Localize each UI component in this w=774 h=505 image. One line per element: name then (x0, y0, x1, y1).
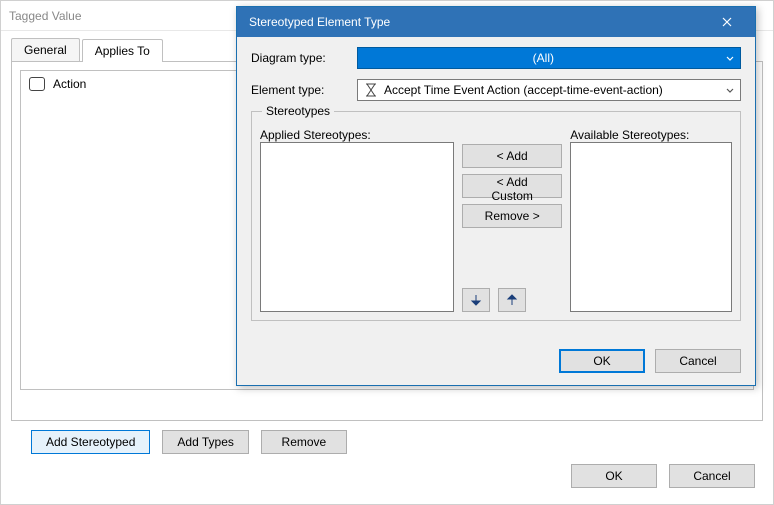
diagram-type-row: Diagram type: (All) (251, 47, 741, 69)
available-column: Available Stereotypes: (570, 128, 732, 312)
element-type-row: Element type: Accept Time Event Action (… (251, 79, 741, 101)
hourglass-icon (364, 83, 378, 97)
modal-title: Stereotyped Element Type (249, 15, 390, 29)
applied-stereotypes-list[interactable] (260, 142, 454, 312)
remove-button[interactable]: Remove (261, 430, 347, 454)
stereotypes-group: Stereotypes Applied Stereotypes: < Add <… (251, 111, 741, 321)
available-label: Available Stereotypes: (570, 128, 732, 142)
element-type-label: Element type: (251, 83, 351, 97)
element-type-content: Accept Time Event Action (accept-time-ev… (364, 83, 722, 97)
add-button[interactable]: < Add (462, 144, 562, 168)
diagram-type-label: Diagram type: (251, 51, 351, 65)
diagram-type-value: (All) (364, 51, 723, 65)
arrow-down-icon (469, 293, 483, 307)
element-type-combo[interactable]: Accept Time Event Action (accept-time-ev… (357, 79, 741, 101)
add-stereotyped-button[interactable]: Add Stereotyped (31, 430, 150, 454)
chevron-down-icon (723, 51, 738, 65)
element-type-value: Accept Time Event Action (accept-time-ev… (384, 83, 663, 97)
modal-titlebar: Stereotyped Element Type (237, 7, 755, 37)
modal-ok-button[interactable]: OK (559, 349, 645, 373)
tab-general[interactable]: General (11, 38, 80, 61)
list-item-label: Action (53, 77, 86, 91)
action-rect-icon (29, 77, 45, 91)
applied-column: Applied Stereotypes: (260, 128, 454, 312)
move-up-button[interactable] (498, 288, 526, 312)
move-down-button[interactable] (462, 288, 490, 312)
modal-close-button[interactable] (707, 9, 747, 35)
modal-footer-buttons: OK Cancel (559, 349, 741, 373)
parent-action-buttons: Add Stereotyped Add Types Remove (31, 430, 347, 454)
arrow-up-icon (505, 293, 519, 307)
parent-title: Tagged Value (9, 9, 82, 23)
close-icon (722, 17, 732, 27)
transfer-buttons: < Add < Add Custom Remove > (462, 128, 562, 312)
stereotypes-columns: Applied Stereotypes: < Add < Add Custom … (260, 128, 732, 312)
parent-footer-buttons: OK Cancel (571, 464, 755, 488)
modal-body: Diagram type: (All) Element type: Accept… (237, 37, 755, 329)
add-custom-button[interactable]: < Add Custom (462, 174, 562, 198)
add-types-button[interactable]: Add Types (162, 430, 248, 454)
tab-applies-to[interactable]: Applies To (82, 39, 163, 62)
stereotyped-element-type-dialog: Stereotyped Element Type Diagram type: (… (236, 6, 756, 386)
modal-cancel-button[interactable]: Cancel (655, 349, 741, 373)
applied-label: Applied Stereotypes: (260, 128, 454, 142)
reorder-buttons (462, 282, 562, 312)
stereotypes-legend: Stereotypes (262, 104, 334, 118)
diagram-type-combo[interactable]: (All) (357, 47, 741, 69)
remove-stereotype-button[interactable]: Remove > (462, 204, 562, 228)
cancel-button[interactable]: Cancel (669, 464, 755, 488)
available-stereotypes-list[interactable] (570, 142, 732, 312)
ok-button[interactable]: OK (571, 464, 657, 488)
chevron-down-icon (722, 83, 738, 97)
